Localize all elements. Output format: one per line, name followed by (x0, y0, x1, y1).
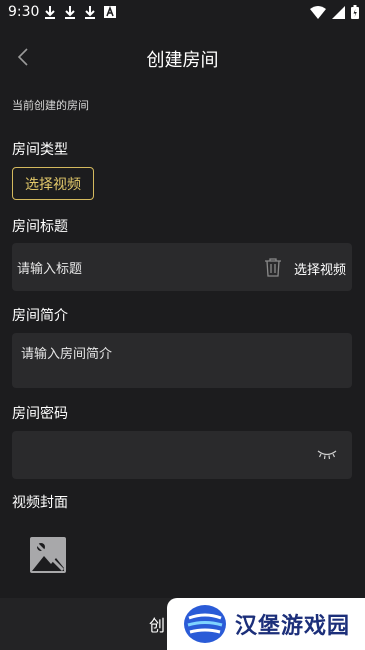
status-time: 9:30 (8, 4, 40, 20)
room-password-field[interactable] (12, 431, 352, 479)
app-a-icon (104, 5, 116, 18)
room-intro-input[interactable]: 请输入房间简介 (21, 343, 112, 362)
system-icons (310, 5, 359, 19)
room-title-input[interactable]: 请输入标题 (17, 258, 82, 277)
room-intro-label: 房间简介 (12, 308, 68, 324)
page-title: 创建房间 (146, 50, 219, 71)
eye-closed-icon[interactable] (317, 448, 337, 460)
download-icon (85, 6, 95, 19)
create-button-label: 创 (149, 616, 166, 635)
video-cover-label: 视频封面 (12, 495, 68, 511)
download-icon (45, 6, 55, 19)
select-video-link[interactable]: 选择视频 (294, 259, 346, 278)
watermark-logo-icon (184, 605, 226, 643)
signal-icon (332, 5, 345, 19)
sub-caption: 当前创建的房间 (12, 99, 89, 112)
room-type-label: 房间类型 (12, 142, 68, 158)
notification-icons (44, 5, 116, 19)
watermark: 汉堡游戏园 (167, 598, 365, 650)
choose-video-button[interactable]: 选择视频 (12, 167, 94, 200)
room-title-label: 房间标题 (12, 219, 68, 235)
status-bar: 9:30 (0, 0, 365, 24)
download-icon (65, 6, 75, 19)
room-title-field[interactable]: 请输入标题 选择视频 (12, 243, 352, 291)
trash-icon[interactable] (264, 257, 282, 277)
wifi-icon (310, 5, 326, 19)
battery-icon (351, 5, 359, 19)
image-placeholder-icon[interactable] (30, 537, 66, 573)
watermark-text: 汉堡游戏园 (235, 614, 351, 639)
room-intro-field[interactable]: 请输入房间简介 (12, 333, 352, 388)
nav-bar: 创建房间 (0, 38, 365, 78)
room-password-label: 房间密码 (12, 406, 68, 422)
